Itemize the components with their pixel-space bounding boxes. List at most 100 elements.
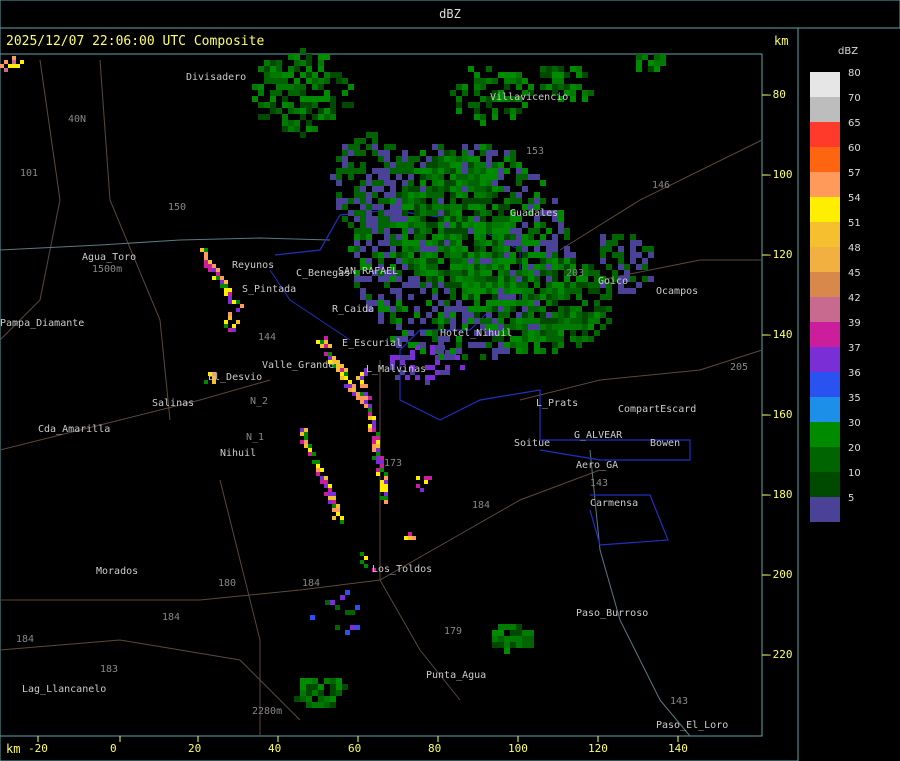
radar-echo — [420, 258, 426, 264]
route-label: 146 — [652, 180, 671, 191]
radar-echo — [480, 78, 486, 84]
radar-echo — [336, 72, 342, 78]
radar-echo — [474, 228, 480, 234]
radar-echo — [336, 368, 340, 372]
radar-echo — [396, 300, 402, 306]
radar-echo — [372, 192, 378, 198]
radar-echo — [348, 222, 354, 228]
radar-echo — [504, 636, 510, 642]
radar-echo — [534, 324, 540, 330]
radar-echo — [456, 264, 462, 270]
radar-echo — [540, 234, 546, 240]
radar-echo — [345, 590, 350, 595]
radar-echo — [558, 312, 564, 318]
route-label: 173 — [384, 458, 403, 469]
radar-echo — [480, 186, 486, 192]
radar-echo — [486, 78, 492, 84]
radar-echo — [552, 252, 558, 258]
radar-echo — [354, 246, 360, 252]
radar-echo — [364, 400, 368, 404]
radar-echo — [630, 240, 636, 246]
radar-echo — [642, 264, 648, 270]
radar-echo — [462, 180, 468, 186]
radar-echo — [390, 210, 396, 216]
radar-echo — [402, 282, 408, 288]
radar-echo — [546, 336, 552, 342]
radar-echo — [336, 684, 342, 690]
radar-echo — [498, 216, 504, 222]
radar-echo — [522, 306, 528, 312]
radar-echo — [492, 288, 498, 294]
radar-echo — [480, 318, 486, 324]
radar-echo — [364, 384, 368, 388]
radar-echo — [630, 234, 636, 240]
radar-echo — [486, 66, 492, 72]
radar-echo — [356, 396, 360, 400]
radar-echo — [558, 318, 564, 324]
radar-echo — [300, 84, 306, 90]
radar-echo — [424, 480, 428, 484]
radar-echo — [492, 234, 498, 240]
radar-echo — [420, 192, 426, 198]
radar-echo — [522, 636, 528, 642]
radar-echo — [336, 512, 340, 516]
radar-echo — [360, 246, 366, 252]
radar-echo — [654, 54, 660, 60]
radar-echo — [324, 352, 328, 356]
radar-echo — [516, 198, 522, 204]
radar-echo — [414, 306, 420, 312]
radar-echo — [312, 78, 318, 84]
radar-echo — [510, 258, 516, 264]
radar-echo — [378, 156, 384, 162]
radar-echo — [360, 288, 366, 294]
radar-echo — [552, 276, 558, 282]
radar-echo — [462, 294, 468, 300]
place-label: Divisadero — [186, 72, 247, 83]
radar-echo — [366, 210, 372, 216]
radar-echo — [366, 132, 372, 138]
radar-echo — [252, 96, 258, 102]
radar-echo — [510, 240, 516, 246]
radar-echo — [474, 84, 480, 90]
radar-echo — [420, 270, 426, 276]
radar-echo — [474, 264, 480, 270]
radar-echo — [570, 252, 576, 258]
x-tick-label: -20 — [28, 742, 48, 755]
radar-echo — [414, 270, 420, 276]
radar-echo — [552, 348, 558, 354]
radar-echo — [540, 264, 546, 270]
radar-echo — [432, 270, 438, 276]
radar-echo — [522, 348, 528, 354]
radar-echo — [378, 240, 384, 246]
radar-echo — [474, 306, 480, 312]
radar-echo — [340, 520, 344, 524]
radar-echo — [426, 276, 432, 282]
radar-echo — [312, 678, 318, 684]
radar-echo — [516, 72, 522, 78]
radar-echo — [264, 102, 270, 108]
radar-echo — [468, 342, 474, 348]
radar-echo — [462, 288, 468, 294]
radar-echo — [558, 342, 564, 348]
radar-echo — [522, 330, 528, 336]
radar-echo — [408, 192, 414, 198]
radar-echo — [324, 78, 330, 84]
radar-echo — [420, 240, 426, 246]
x-tick-label: 20 — [188, 742, 202, 755]
radar-echo — [300, 690, 306, 696]
radar-echo — [438, 228, 444, 234]
radar-echo — [516, 324, 522, 330]
radar-echo — [390, 240, 396, 246]
radar-echo — [324, 484, 328, 488]
radar-echo — [264, 72, 270, 78]
radar-echo — [432, 198, 438, 204]
radar-echo — [332, 508, 336, 512]
radar-echo — [306, 690, 312, 696]
radar-echo — [282, 84, 288, 90]
radar-echo — [510, 270, 516, 276]
radar-echo — [468, 156, 474, 162]
radar-echo — [408, 228, 414, 234]
radar-echo — [438, 204, 444, 210]
radar-echo — [288, 66, 294, 72]
radar-echo — [456, 180, 462, 186]
